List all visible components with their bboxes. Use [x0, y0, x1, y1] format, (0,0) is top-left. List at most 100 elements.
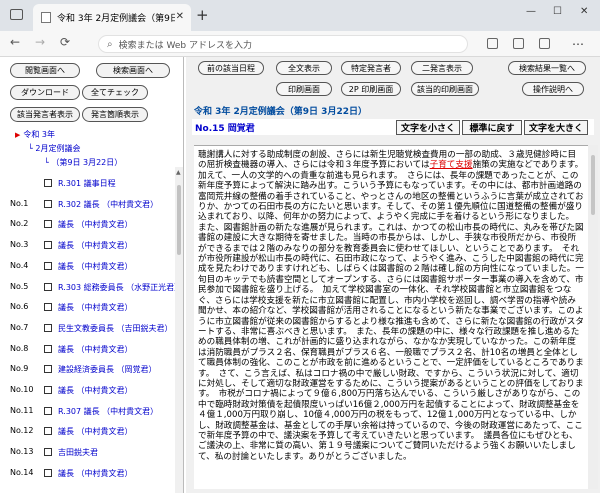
list-item[interactable]: No.7 民生文教委員長 （吉田鋭夫君） [0, 323, 184, 335]
tab-actions-icon[interactable] [10, 9, 23, 20]
maximize-button[interactable]: ☐ [553, 6, 562, 17]
item-checkbox[interactable] [44, 199, 52, 208]
item-number: No.7 [10, 322, 29, 332]
item-link[interactable]: 議長 （中村貴文君） [58, 261, 133, 272]
new-tab-button[interactable]: + [196, 6, 209, 24]
refresh-button[interactable]: ⟳ [60, 35, 70, 49]
tree-year[interactable]: ▶ 令和 3年 [15, 129, 55, 140]
text-scrollbar[interactable] [588, 145, 598, 489]
item-checkbox[interactable] [44, 344, 52, 353]
item-checkbox[interactable] [44, 261, 52, 270]
left-pane: 閲覧画面へ 検索画面へ ダウンロード 全てチェック 該当発言者表示 発言箇順表示… [0, 57, 184, 493]
favorites-icon[interactable] [539, 38, 550, 49]
left-scrollbar[interactable]: ▲ [175, 167, 183, 493]
more-menu-icon[interactable]: … [572, 34, 584, 48]
full-text-button[interactable]: 全文表示 [276, 61, 332, 75]
print-2p-button[interactable]: 2P 印刷画面 [341, 82, 401, 96]
item-link[interactable]: 議長 （中村貴文君） [58, 468, 133, 479]
back-button[interactable]: ← [10, 35, 20, 49]
speaker-name: No.15 岡覚君 [195, 123, 255, 134]
item-link[interactable]: 議長 （中村貴文君） [58, 219, 133, 230]
list-item[interactable]: R.301 議事日程 [0, 178, 184, 190]
item-checkbox[interactable] [44, 365, 52, 374]
item-link[interactable]: 議長 （中村貴文君） [58, 240, 133, 251]
window-close-button[interactable]: ✕ [580, 6, 588, 17]
item-checkbox[interactable] [44, 468, 52, 477]
list-item[interactable]: No.14 議長 （中村貴文君） [0, 468, 184, 480]
tree-day[interactable]: └ （第9日 3月22日） [44, 157, 122, 168]
item-checkbox[interactable] [44, 179, 52, 187]
list-item[interactable]: No.4 議長 （中村貴文君） [0, 261, 184, 273]
list-item[interactable]: No.2 議長 （中村貴文君） [0, 219, 184, 231]
list-item[interactable]: No.6 議長 （中村貴文君） [0, 302, 184, 314]
item-link[interactable]: R.302 議長 （中村貴文君） [58, 199, 158, 210]
reading-screen-button[interactable]: 閲覧画面へ [10, 63, 80, 78]
highlighted-term[interactable]: 子育て支援 [430, 160, 473, 170]
item-checkbox[interactable] [44, 220, 52, 229]
item-link[interactable]: 議長 （中村貴文君） [58, 302, 133, 313]
item-link[interactable]: 建設経済委員長 （岡覚君） [58, 364, 157, 375]
item-number: No.12 [10, 426, 34, 436]
item-number: No.5 [10, 281, 29, 291]
split-screen-icon[interactable] [513, 38, 524, 49]
list-item[interactable]: No.12 議長 （中村貴文君） [0, 426, 184, 438]
list-item[interactable]: No.11 R.307 議長 （中村貴文君） [0, 406, 184, 418]
speaker-index-button[interactable]: 発言箇順表示 [82, 107, 148, 122]
tab-title: 令和 3年 2月定例議会（第9日 3月 [57, 14, 175, 24]
item-link[interactable]: 民生文教委員長 （吉田鋭夫君） [58, 323, 173, 334]
item-checkbox[interactable] [44, 303, 52, 312]
minimize-button[interactable]: — [526, 6, 536, 17]
item-link[interactable]: 議長 （中村貴文君） [58, 344, 133, 355]
item-number: No.2 [10, 219, 29, 229]
list-item[interactable]: No.13 吉田鋭夫君 [0, 447, 184, 459]
item-number: No.4 [10, 260, 29, 270]
item-checkbox[interactable] [44, 448, 52, 457]
item-checkbox[interactable] [44, 406, 52, 415]
navigation-bar: ← → ⟳ ⌕ 検索または Web アドレスを入力 … [0, 31, 600, 57]
specific-speaker-button[interactable]: 特定発言者 [341, 61, 401, 75]
download-button[interactable]: ダウンロード [10, 85, 80, 100]
result-list-button[interactable]: 検索結果一覧へ [508, 61, 586, 75]
address-bar[interactable]: ⌕ 検索または Web アドレスを入力 [98, 35, 468, 53]
scroll-up-icon[interactable]: ▲ [176, 169, 181, 176]
item-link[interactable]: R.307 議長 （中村貴文君） [58, 406, 158, 417]
list-item[interactable]: No.1 R.302 議長 （中村貴文君） [0, 199, 184, 211]
list-item[interactable]: No.8 議長 （中村貴文君） [0, 344, 184, 356]
item-link[interactable]: 議長 （中村貴文君） [58, 385, 133, 396]
search-icon: ⌕ [107, 38, 113, 50]
operation-help-button[interactable]: 操作説明へ [522, 82, 584, 96]
page-favicon-icon [41, 12, 51, 23]
prev-doc-button[interactable]: 前の該当日程 [198, 61, 264, 75]
font-smaller-button[interactable]: 文字を小さく [396, 120, 460, 135]
item-checkbox[interactable] [44, 386, 52, 394]
item-link[interactable]: 議長 （中村貴文君） [58, 426, 133, 437]
print-doc-button[interactable]: 該当的印刷画面 [411, 82, 479, 96]
item-checkbox[interactable] [44, 282, 52, 291]
address-placeholder: 検索または Web アドレスを入力 [118, 40, 252, 51]
font-larger-button[interactable]: 文字を大きく [524, 120, 588, 135]
scroll-thumb[interactable] [177, 185, 181, 255]
check-all-button[interactable]: 全てチェック [82, 85, 148, 100]
speaker-list-button[interactable]: 該当発言者表示 [10, 107, 80, 122]
search-screen-button[interactable]: 検索画面へ [96, 63, 170, 78]
list-item[interactable]: No.5 R.303 総務委員長 （水野正光君） [0, 282, 184, 294]
item-checkbox[interactable] [44, 427, 52, 436]
print-screen-button[interactable]: 印刷画面 [276, 82, 332, 96]
font-normal-button[interactable]: 標準に戻す [462, 120, 522, 135]
tab-close-icon[interactable]: ✕ [176, 11, 184, 22]
forward-button[interactable]: → [35, 35, 45, 49]
list-item[interactable]: No.10 議長 （中村貴文君） [0, 385, 184, 397]
item-link[interactable]: 吉田鋭夫君 [58, 447, 98, 458]
list-item[interactable]: No.9 建設経済委員長 （岡覚君） [0, 364, 184, 376]
two-screen-button[interactable]: 二発言表示 [411, 61, 473, 75]
item-link[interactable]: R.301 議事日程 [58, 178, 116, 189]
list-item[interactable]: No.3 議長 （中村貴文君） [0, 240, 184, 252]
text-scroll-thumb[interactable] [591, 155, 595, 215]
browser-tab[interactable]: 令和 3年 2月定例議会（第9日 3月 ✕ [33, 4, 191, 31]
tree-session[interactable]: └ 2月定例議会 [28, 143, 80, 154]
collections-icon[interactable] [487, 38, 498, 49]
item-checkbox[interactable] [44, 323, 52, 332]
item-checkbox[interactable] [44, 241, 52, 250]
item-link[interactable]: R.303 総務委員長 （水野正光君） [58, 282, 182, 293]
item-number: No.14 [10, 467, 34, 477]
